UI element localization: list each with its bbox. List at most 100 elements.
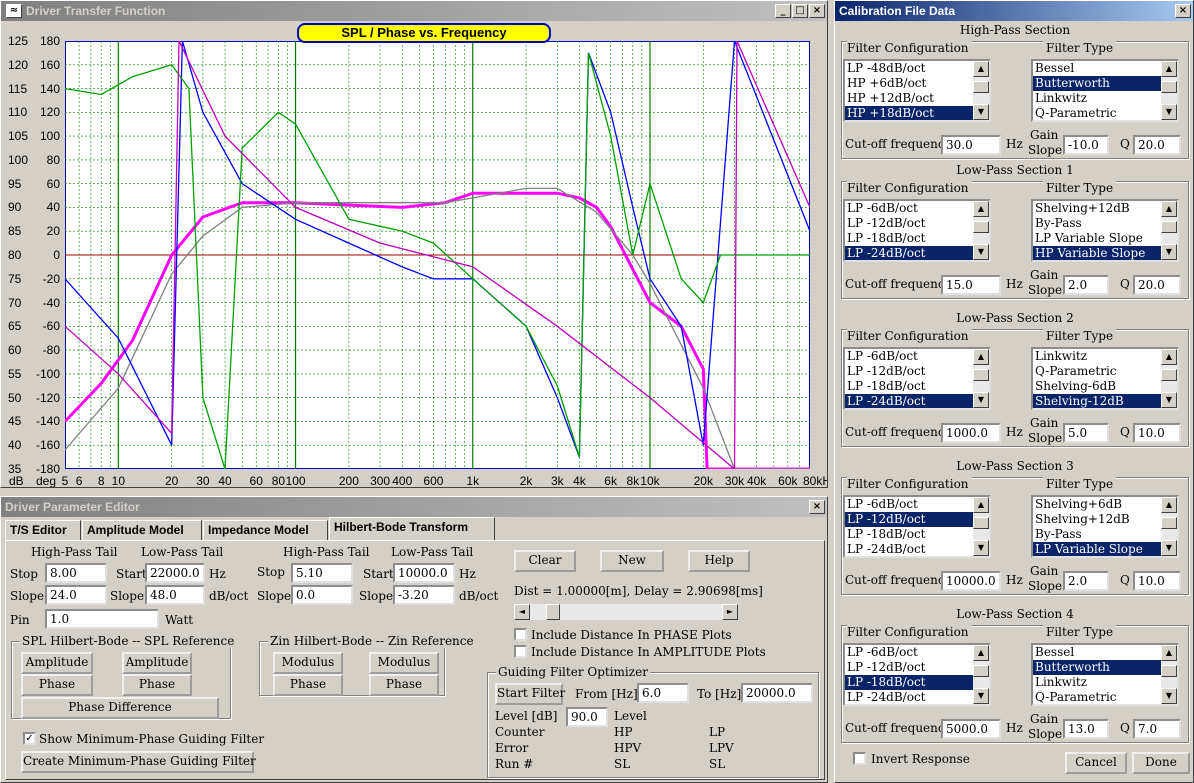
low-pass-1-type-scrollbar[interactable]: ▲ ▼ bbox=[1161, 201, 1177, 260]
low-pass-3-type-scrollbar[interactable]: ▲ ▼ bbox=[1161, 497, 1177, 556]
tab-ts-editor[interactable]: T/S Editor bbox=[5, 520, 81, 540]
list-item[interactable]: By-Pass bbox=[1033, 527, 1161, 542]
scroll-down-icon[interactable]: ▼ bbox=[973, 540, 989, 556]
low-pass-3-config-scrollbar[interactable]: ▲ ▼ bbox=[973, 497, 989, 556]
scroll-thumb[interactable] bbox=[973, 221, 989, 233]
done-button[interactable]: Done bbox=[1132, 752, 1190, 774]
include-phase-checkbox[interactable] bbox=[514, 628, 527, 641]
low-pass-4-config-scrollbar[interactable]: ▲ ▼ bbox=[973, 645, 989, 704]
low-pass-1-config-scrollbar[interactable]: ▲ ▼ bbox=[973, 201, 989, 260]
scroll-up-icon[interactable]: ▲ bbox=[973, 645, 989, 661]
pin-input[interactable]: 1.0 bbox=[45, 609, 159, 629]
list-item[interactable]: Linkwitz bbox=[1033, 91, 1161, 106]
list-item[interactable]: Butterworth bbox=[1033, 76, 1161, 91]
list-item[interactable]: Butterworth bbox=[1033, 660, 1161, 675]
spl-hp-slope-input[interactable]: 24.0 bbox=[45, 585, 107, 605]
list-item[interactable]: LP -24dB/oct bbox=[845, 246, 973, 260]
close-icon[interactable]: × bbox=[809, 500, 825, 514]
invert-response-checkbox[interactable] bbox=[853, 752, 866, 765]
include-amplitude-checkbox[interactable] bbox=[514, 645, 527, 658]
zin-start-input[interactable]: 10000.0 bbox=[393, 563, 455, 583]
scroll-down-icon[interactable]: ▼ bbox=[1161, 244, 1177, 260]
scroll-up-icon[interactable]: ▲ bbox=[973, 61, 989, 77]
list-item[interactable]: LP -24dB/oct bbox=[845, 690, 973, 704]
list-item[interactable]: LP -12dB/oct bbox=[845, 512, 973, 527]
list-item[interactable]: LP -6dB/oct bbox=[845, 349, 973, 364]
scroll-up-icon[interactable]: ▲ bbox=[973, 349, 989, 365]
list-item[interactable]: Q-Parametric bbox=[1033, 106, 1161, 120]
list-item[interactable]: LP -18dB/oct bbox=[845, 379, 973, 394]
list-item[interactable]: LP -24dB/oct bbox=[845, 542, 973, 556]
calibration-titlebar[interactable]: Calibration File Data × bbox=[835, 1, 1193, 21]
help-button[interactable]: Help bbox=[688, 550, 750, 572]
scroll-up-icon[interactable]: ▲ bbox=[1161, 201, 1177, 217]
low-pass-3-config-listbox[interactable]: LP -6dB/oct LP -12dB/oct LP -18dB/oct LP -2… bbox=[843, 495, 991, 558]
high-pass-type-scrollbar[interactable]: ▲ ▼ bbox=[1161, 61, 1177, 120]
zin-hp-slope-input[interactable]: 0.0 bbox=[291, 585, 353, 605]
list-item[interactable]: LP -18dB/oct bbox=[845, 675, 973, 690]
scroll-down-icon[interactable]: ▼ bbox=[973, 688, 989, 704]
low-pass-1-q-input[interactable]: 20.0 bbox=[1133, 275, 1181, 295]
spl-lp-slope-input[interactable]: 48.0 bbox=[145, 585, 205, 605]
low-pass-2-type-listbox[interactable]: Linkwitz Q-Parametric Shelving-6dB Shelving… bbox=[1031, 347, 1179, 410]
spl-ref-amplitude-button[interactable]: Amplitude bbox=[122, 652, 192, 674]
start-filter-button[interactable]: Start Filter bbox=[495, 683, 565, 705]
list-item[interactable]: LP -12dB/oct bbox=[845, 216, 973, 231]
scroll-up-icon[interactable]: ▲ bbox=[1161, 61, 1177, 77]
high-pass-config-scrollbar[interactable]: ▲ ▼ bbox=[973, 61, 989, 120]
scroll-up-icon[interactable]: ▲ bbox=[973, 497, 989, 513]
list-item[interactable]: Bessel bbox=[1033, 61, 1161, 76]
list-item[interactable]: Linkwitz bbox=[1033, 675, 1161, 690]
low-pass-2-type-scrollbar[interactable]: ▲ ▼ bbox=[1161, 349, 1177, 408]
list-item[interactable]: Shelving-12dB bbox=[1033, 394, 1161, 408]
list-item[interactable]: LP -6dB/oct bbox=[845, 201, 973, 216]
show-min-phase-checkbox[interactable]: ✓ bbox=[23, 732, 36, 745]
slider-left-icon[interactable]: ◄ bbox=[514, 604, 530, 620]
list-item[interactable]: By-Pass bbox=[1033, 216, 1161, 231]
low-pass-3-q-input[interactable]: 10.0 bbox=[1133, 571, 1181, 591]
list-item[interactable]: LP -12dB/oct bbox=[845, 660, 973, 675]
high-pass-cutoff-input[interactable]: 30.0 bbox=[941, 135, 1001, 155]
cancel-button[interactable]: Cancel bbox=[1065, 752, 1127, 774]
scroll-down-icon[interactable]: ▼ bbox=[1161, 392, 1177, 408]
list-item[interactable]: Bessel bbox=[1033, 645, 1161, 660]
from-hz-input[interactable]: 6.0 bbox=[637, 683, 689, 703]
scroll-down-icon[interactable]: ▼ bbox=[1161, 688, 1177, 704]
param-editor-titlebar[interactable]: Driver Parameter Editor × bbox=[1, 497, 827, 517]
low-pass-3-cutoff-input[interactable]: 10000.0 bbox=[941, 571, 1001, 591]
spl-amplitude-button[interactable]: Amplitude bbox=[21, 652, 93, 674]
scroll-thumb[interactable] bbox=[973, 665, 989, 677]
list-item[interactable]: LP -18dB/oct bbox=[845, 231, 973, 246]
scroll-up-icon[interactable]: ▲ bbox=[1161, 645, 1177, 661]
low-pass-2-config-listbox[interactable]: LP -6dB/oct LP -12dB/oct LP -18dB/oct LP -2… bbox=[843, 347, 991, 410]
low-pass-1-gain-input[interactable]: 2.0 bbox=[1063, 275, 1109, 295]
list-item[interactable]: LP -18dB/oct bbox=[845, 527, 973, 542]
scroll-thumb[interactable] bbox=[1161, 369, 1177, 381]
low-pass-2-gain-input[interactable]: 5.0 bbox=[1063, 423, 1109, 443]
scroll-down-icon[interactable]: ▼ bbox=[1161, 104, 1177, 120]
list-item[interactable]: Q-Parametric bbox=[1033, 690, 1161, 704]
slider-thumb[interactable] bbox=[546, 604, 560, 620]
slider-right-icon[interactable]: ► bbox=[722, 604, 738, 620]
low-pass-2-q-input[interactable]: 10.0 bbox=[1133, 423, 1181, 443]
close-icon[interactable]: × bbox=[809, 4, 825, 18]
list-item[interactable]: Shelving+12dB bbox=[1033, 201, 1161, 216]
zin-phase-button[interactable]: Phase bbox=[273, 674, 343, 696]
list-item[interactable]: LP Variable Slope bbox=[1033, 231, 1161, 246]
list-item[interactable]: Linkwitz bbox=[1033, 349, 1161, 364]
low-pass-3-type-listbox[interactable]: Shelving+6dB Shelving+12dB By-Pass LP Varia… bbox=[1031, 495, 1179, 558]
list-item[interactable]: LP -6dB/oct bbox=[845, 645, 973, 660]
phase-difference-button[interactable]: Phase Difference bbox=[21, 697, 219, 719]
high-pass-config-listbox[interactable]: LP -48dB/oct HP +6dB/oct HP +12dB/oct HP +1… bbox=[843, 59, 991, 122]
low-pass-1-config-listbox[interactable]: LP -6dB/oct LP -12dB/oct LP -18dB/oct LP -2… bbox=[843, 199, 991, 262]
close-icon[interactable]: × bbox=[1175, 4, 1191, 18]
low-pass-4-type-scrollbar[interactable]: ▲ ▼ bbox=[1161, 645, 1177, 704]
scroll-thumb[interactable] bbox=[1161, 81, 1177, 93]
scroll-up-icon[interactable]: ▲ bbox=[1161, 349, 1177, 365]
scroll-down-icon[interactable]: ▼ bbox=[973, 392, 989, 408]
create-min-phase-button[interactable]: Create Minimum-Phase Guiding Filter bbox=[21, 751, 256, 773]
list-item[interactable]: HP +12dB/oct bbox=[845, 91, 973, 106]
scroll-down-icon[interactable]: ▼ bbox=[973, 244, 989, 260]
list-item[interactable]: LP -6dB/oct bbox=[845, 497, 973, 512]
low-pass-1-cutoff-input[interactable]: 15.0 bbox=[941, 275, 1001, 295]
